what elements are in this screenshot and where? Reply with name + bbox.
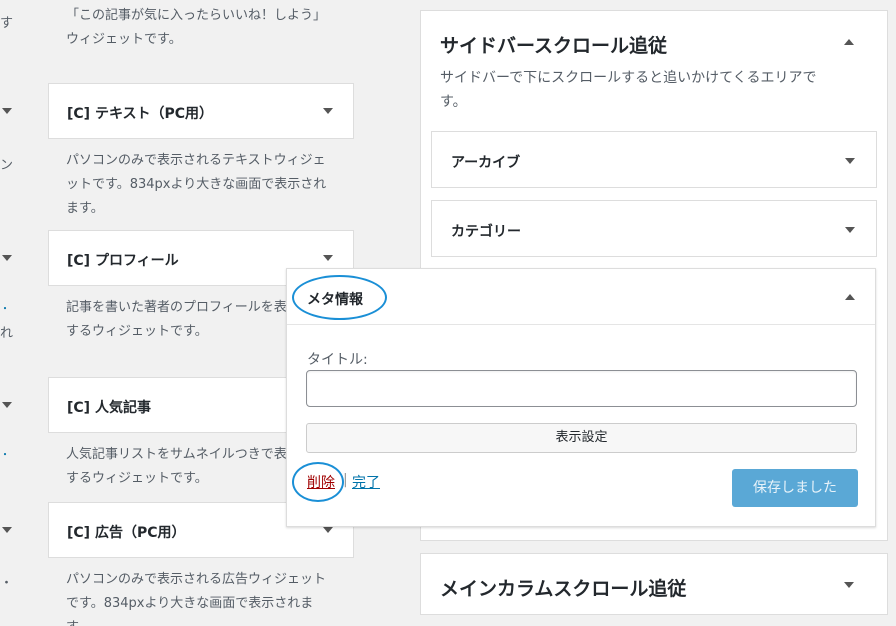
widget-title: カテゴリー (451, 224, 521, 240)
main-column-scroll-follow-area[interactable]: メインカラムスクロール追従 (420, 553, 888, 615)
widget-description: 人気記事リストをサムネイルつきで表示するウィジェットです。 (66, 447, 300, 486)
chevron-down-icon[interactable] (2, 402, 12, 408)
chevron-down-icon[interactable] (844, 582, 854, 588)
widget-title: [C] 広告（PC用） (67, 525, 186, 541)
widget-description: 「この記事が気に入ったらいいね！しよう」ウィジェットです。 (66, 8, 327, 47)
title-input[interactable] (306, 370, 857, 407)
left-fragment-text: す (0, 16, 14, 31)
widget-description: パソコンのみで表示されるテキストウィジェットです。834pxより大きな画面で表示… (66, 153, 327, 216)
chevron-down-icon[interactable] (323, 255, 333, 261)
widget-title: [C] テキスト（PC用） (67, 106, 214, 122)
left-fragment-text: ン (0, 158, 14, 173)
chevron-down-icon[interactable] (323, 108, 333, 114)
display-settings-button[interactable]: 表示設定 (306, 423, 857, 453)
widget-title: アーカイブ (451, 155, 521, 171)
chevron-up-icon[interactable] (844, 39, 854, 45)
save-button[interactable]: 保存しました (732, 469, 858, 507)
widget-description: 記事を書いた著者のプロフィールを表示するウィジェットです。 (66, 300, 300, 339)
done-link[interactable]: 完了 (352, 472, 380, 492)
chevron-down-icon[interactable] (845, 158, 855, 164)
meta-widget-header[interactable]: メタ情報 (287, 269, 875, 325)
available-widget-text-pc[interactable]: [C] テキスト（PC用） (48, 83, 354, 139)
area-description: サイドバーで下にスクロールすると追いかけてくるエリアです。 (440, 70, 817, 110)
chevron-down-icon[interactable] (2, 255, 12, 261)
meta-widget-expanded: メタ情報 タイトル: 表示設定 削除 | 完了 保存しました (286, 268, 876, 527)
widget-title: メタ情報 (307, 292, 363, 308)
chevron-down-icon[interactable] (323, 527, 333, 533)
chevron-down-icon[interactable] (845, 227, 855, 233)
left-fragment-text: ・ (0, 304, 10, 315)
widget-description: パソコンのみで表示される広告ウィジェットです。834pxより大きな画面で表示され… (66, 572, 327, 626)
chevron-down-icon[interactable] (2, 108, 12, 114)
left-fragment-text: ・ (0, 576, 14, 591)
chevron-up-icon[interactable] (845, 294, 855, 300)
widget-title: [C] 人気記事 (67, 400, 151, 416)
chevron-down-icon[interactable] (2, 527, 12, 533)
area-title: サイドバースクロール追従 (440, 35, 668, 57)
area-title: メインカラムスクロール追従 (440, 578, 687, 600)
delete-link[interactable]: 削除 (307, 472, 335, 492)
widget-title: [C] プロフィール (67, 253, 179, 269)
title-field-label: タイトル: (307, 352, 368, 368)
sidebar-widget-archive[interactable]: アーカイブ (431, 131, 877, 188)
left-fragment-text: ・ (0, 450, 10, 461)
link-separator: | (343, 472, 348, 488)
sidebar-widget-category[interactable]: カテゴリー (431, 200, 877, 257)
left-fragment-text: れ (0, 326, 14, 341)
